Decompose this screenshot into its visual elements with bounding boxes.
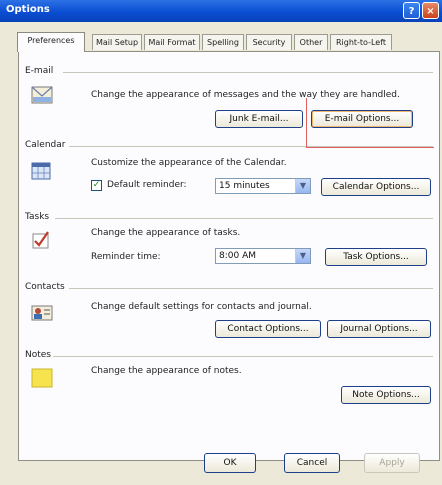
tab-mail-format[interactable]: Mail Format [144,34,200,50]
options-dialog: Options ? × Preferences Mail Setup Mail … [0,0,442,485]
highlight-outline-bottom [306,147,434,148]
contact-card-icon [31,305,53,321]
chevron-down-icon[interactable]: ▼ [295,179,310,193]
note-icon [31,368,53,388]
tab-security[interactable]: Security [246,34,292,50]
title-bar[interactable]: Options ? × [0,0,442,22]
tasks-group-title: Tasks [25,212,50,222]
calendar-icon [31,162,51,180]
task-check-icon [32,231,49,249]
contacts-separator [69,288,433,289]
email-separator [63,72,433,73]
email-options-button[interactable]: E-mail Options... [311,110,413,128]
notes-separator [53,356,433,357]
default-reminder-select[interactable]: 15 minutes ▼ [215,178,311,194]
highlight-outline-left [306,98,307,148]
close-button[interactable]: × [422,2,439,19]
help-button[interactable]: ? [403,2,420,19]
envelope-icon [31,86,53,104]
default-reminder-value: 15 minutes [219,181,270,191]
task-options-button[interactable]: Task Options... [325,248,427,266]
reminder-time-value: 8:00 AM [219,251,256,261]
notes-description: Change the appearance of notes. [91,366,242,376]
cancel-button[interactable]: Cancel [284,453,340,473]
tab-preferences[interactable]: Preferences [17,32,85,52]
default-reminder-label: Default reminder: [107,180,187,190]
journal-options-button[interactable]: Journal Options... [327,320,431,338]
calendar-group-title: Calendar [25,140,66,150]
chevron-down-icon[interactable]: ▼ [295,249,310,263]
note-options-button[interactable]: Note Options... [341,386,431,404]
email-group-title: E-mail [25,66,54,76]
tab-other[interactable]: Other [294,34,328,50]
tasks-separator [55,218,433,219]
contacts-group-title: Contacts [25,282,65,292]
apply-button[interactable]: Apply [364,453,420,473]
window-title: Options [6,4,50,15]
calendar-options-button[interactable]: Calendar Options... [321,178,431,196]
contacts-description: Change default settings for contacts and… [91,302,312,312]
preferences-panel: E-mail Change the appearance of messages… [18,51,440,461]
tasks-description: Change the appearance of tasks. [91,228,241,238]
email-description: Change the appearance of messages and th… [91,90,400,100]
contact-options-button[interactable]: Contact Options... [215,320,321,338]
reminder-time-select[interactable]: 8:00 AM ▼ [215,248,311,264]
default-reminder-checkbox[interactable]: ✓ [91,180,102,191]
tab-spelling[interactable]: Spelling [202,34,244,50]
tab-mail-setup[interactable]: Mail Setup [92,34,142,50]
calendar-description: Customize the appearance of the Calendar… [91,158,287,168]
junk-email-button[interactable]: Junk E-mail... [215,110,303,128]
ok-button[interactable]: OK [204,453,256,473]
tab-right-to-left[interactable]: Right-to-Left [330,34,392,50]
reminder-time-label: Reminder time: [91,252,161,262]
notes-group-title: Notes [25,350,51,360]
